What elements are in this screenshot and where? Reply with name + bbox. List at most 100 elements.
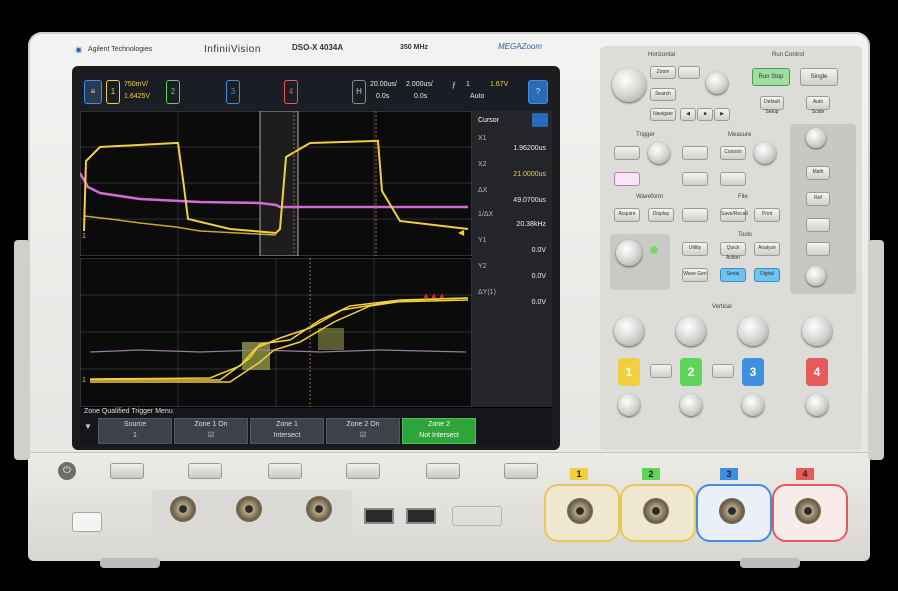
- trigger-menu-button[interactable]: [682, 172, 708, 186]
- utility-button[interactable]: Utility: [682, 242, 708, 256]
- trigger-level-knob[interactable]: [648, 142, 670, 164]
- softkey-zone2-mode[interactable]: Zone 2 Not Intersect: [402, 418, 476, 444]
- default-setup-button[interactable]: Default Setup: [760, 96, 784, 115]
- ch3-chip[interactable]: 3: [226, 80, 240, 104]
- horizontal-scale-knob[interactable]: [612, 68, 646, 102]
- navigate-button[interactable]: Navigate: [650, 108, 676, 121]
- menu-back-icon[interactable]: ▼: [84, 422, 92, 431]
- main-waveform-plot: ◀ 1: [80, 111, 472, 256]
- horizontal-position-knob[interactable]: [706, 72, 728, 94]
- run-stop-button[interactable]: Run Stop: [752, 68, 790, 86]
- ch3-button[interactable]: 3: [742, 358, 764, 386]
- horizontal-section-label: Horizontal: [648, 52, 676, 58]
- softkey-1[interactable]: [110, 463, 144, 479]
- auto-scale-button[interactable]: Auto Scale: [806, 96, 830, 115]
- ch4-position-knob[interactable]: [806, 394, 828, 416]
- horiz-button[interactable]: Zoom: [650, 66, 676, 79]
- zone-trigger-menu: Zone Qualified Trigger Menu ▼ Source 1 Zo…: [80, 408, 552, 445]
- cursors-knob[interactable]: [754, 142, 776, 164]
- digital-knob[interactable]: [806, 266, 826, 286]
- navigate-forward-button[interactable]: ▶: [714, 108, 730, 121]
- usb-port-2[interactable]: [406, 508, 436, 524]
- entry-led-icon: [650, 246, 658, 254]
- ch2-bnc: [643, 498, 669, 524]
- ch1-input-label: 1: [570, 468, 588, 480]
- ch2-scale-knob[interactable]: [676, 316, 706, 346]
- zone-1-box[interactable]: [242, 342, 270, 370]
- ch4-chip[interactable]: 4: [284, 80, 298, 104]
- math-vertical-button[interactable]: [650, 364, 672, 378]
- ref-vertical-button[interactable]: [712, 364, 734, 378]
- zone-2-box[interactable]: [318, 328, 344, 350]
- aux-bnc-1[interactable]: [236, 496, 262, 522]
- checkbox-icon: ☑: [207, 432, 215, 439]
- softkey-zone1-mode[interactable]: Zone 1 Intersect: [250, 418, 324, 444]
- wavegen-button[interactable]: Wave Gen: [682, 268, 708, 282]
- mode-coupling-button[interactable]: [614, 172, 640, 186]
- ch2-input-label: 2: [642, 468, 660, 480]
- softkey-2[interactable]: [188, 463, 222, 479]
- softkey-zone1-on[interactable]: Zone 1 On ☑: [174, 418, 248, 444]
- trigger-edge-icon: ⨍: [452, 82, 456, 89]
- ch2-chip[interactable]: 2: [166, 80, 180, 104]
- serial-button[interactable]: Serial: [720, 268, 746, 282]
- wavegen-bnc[interactable]: [170, 496, 196, 522]
- softkey-zone2-value: Not Intersect: [419, 432, 459, 439]
- time-delay-2: 0.0s: [414, 93, 428, 100]
- horizontal-chip[interactable]: H: [352, 80, 366, 104]
- ch1-scale-knob[interactable]: [614, 316, 644, 346]
- search-button[interactable]: Search: [650, 88, 676, 101]
- back-icon[interactable]: ⏻: [58, 462, 76, 480]
- display-button[interactable]: Display: [648, 208, 674, 222]
- cursor-settings-icon[interactable]: [532, 113, 548, 127]
- softkey-zone2-on[interactable]: Zone 2 On ☑: [326, 418, 400, 444]
- usb-port-1[interactable]: [364, 508, 394, 524]
- ch1-chip[interactable]: 1: [106, 80, 120, 104]
- zoom-button[interactable]: [678, 66, 700, 79]
- quick-action-button[interactable]: Quick Action: [720, 242, 746, 261]
- navigate-back-button[interactable]: ◀: [680, 108, 696, 121]
- label-button[interactable]: [682, 208, 708, 222]
- softkey-source-label: Source: [123, 421, 147, 428]
- softkey-3[interactable]: [268, 463, 302, 479]
- power-button[interactable]: [72, 512, 102, 532]
- ch3-scale-knob[interactable]: [738, 316, 768, 346]
- ch2-button[interactable]: 2: [680, 358, 702, 386]
- single-button[interactable]: Single: [800, 68, 838, 86]
- analyze-button[interactable]: Analyze: [754, 242, 780, 256]
- navigate-stop-button[interactable]: ■: [697, 108, 713, 121]
- entry-knob[interactable]: [616, 240, 642, 266]
- force-trigger-button[interactable]: [682, 146, 708, 160]
- softkey-6[interactable]: [504, 463, 538, 479]
- digital-button[interactable]: Digital: [754, 268, 780, 282]
- ch4-button[interactable]: 4: [806, 358, 828, 386]
- ch1-position-knob[interactable]: [618, 394, 640, 416]
- digital-side-button[interactable]: [806, 218, 830, 232]
- brand-bar: ✷ Agilent Technologies InfiniiVision DSO…: [70, 38, 600, 62]
- softkey-4[interactable]: [346, 463, 380, 479]
- acquire-button[interactable]: Acquire: [614, 208, 640, 222]
- print-button[interactable]: Print: [754, 208, 780, 222]
- cursor-y1-value: 0.0V: [531, 247, 546, 254]
- ch4-scale-knob[interactable]: [802, 316, 832, 346]
- trigger-button[interactable]: [614, 146, 640, 160]
- ch3-position-knob[interactable]: [742, 394, 764, 416]
- math-button[interactable]: Math: [806, 166, 830, 180]
- aux-bnc-2[interactable]: [306, 496, 332, 522]
- ch1-button[interactable]: 1: [618, 358, 640, 386]
- softkey-source[interactable]: Source 1: [98, 418, 172, 444]
- softkey-zone1-label: Zone 1: [276, 421, 298, 428]
- trigger-section-label: Trigger: [636, 132, 655, 138]
- serial-side-button[interactable]: [806, 242, 830, 256]
- menu-icon[interactable]: ≡: [84, 80, 102, 104]
- math-knob[interactable]: [806, 128, 826, 148]
- ch2-position-knob[interactable]: [680, 394, 702, 416]
- cursors-button[interactable]: Cursors: [720, 146, 746, 160]
- ch1-ground-marker: ◀: [458, 228, 465, 237]
- ref-button[interactable]: Ref: [806, 192, 830, 206]
- cursor-dx-label: ΔX: [478, 187, 488, 194]
- help-icon[interactable]: ?: [528, 80, 548, 104]
- save-recall-button[interactable]: Save/Recall: [720, 208, 748, 222]
- meas-button[interactable]: [720, 172, 746, 186]
- softkey-5[interactable]: [426, 463, 460, 479]
